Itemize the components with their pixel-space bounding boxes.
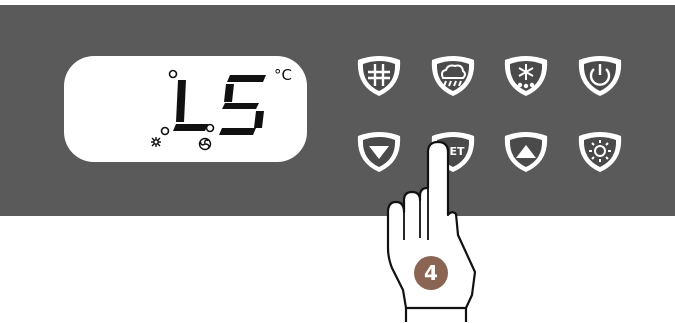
snowflake-indicator-icon — [151, 137, 161, 147]
defrost-button[interactable] — [354, 50, 404, 100]
temperature-unit: °C — [274, 66, 292, 84]
humidity-button[interactable] — [428, 50, 478, 100]
digit-s — [219, 75, 266, 135]
display-dot — [168, 69, 178, 79]
display-dot — [160, 126, 170, 136]
display-reading — [151, 69, 266, 151]
fan-indicator-icon — [198, 137, 212, 151]
digit-l — [173, 80, 208, 131]
snow-button[interactable] — [501, 50, 551, 100]
step-number-badge: 4 — [414, 256, 448, 290]
power-button[interactable] — [575, 50, 625, 100]
up-button[interactable] — [501, 126, 551, 176]
display-dot — [205, 123, 215, 133]
pointing-hand-icon — [386, 140, 477, 322]
light-button[interactable] — [575, 126, 625, 176]
